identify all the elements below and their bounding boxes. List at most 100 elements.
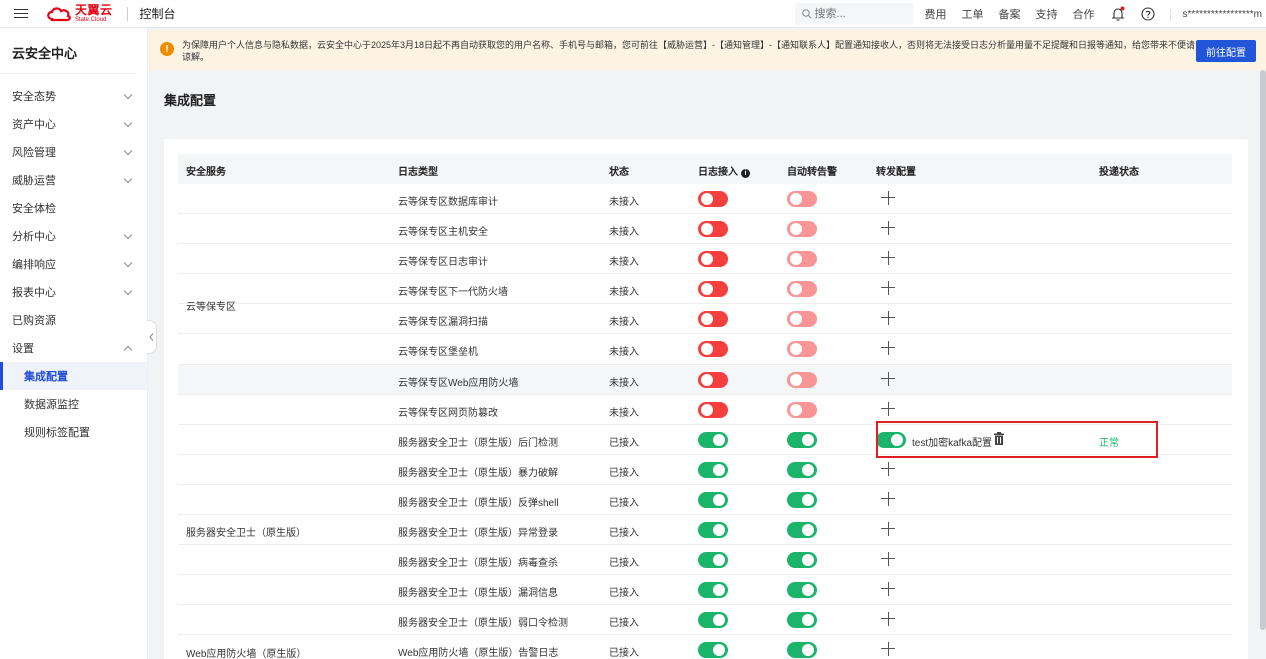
toggle-knob [802,493,814,506]
auto-alert-toggle[interactable] [787,491,817,508]
status-cell: 已接入 [609,528,639,540]
nav-link-partner[interactable]: 合作 [1073,6,1095,22]
auto-alert-toggle[interactable] [787,311,817,328]
add-forward-icon[interactable] [881,311,895,326]
log-access-toggle[interactable] [698,612,728,629]
log-access-toggle[interactable] [698,461,728,478]
sidebar-subitem-0[interactable]: 集成配置 [0,362,147,390]
log-access-toggle[interactable] [698,491,728,508]
table-row: 服务器安全卫士（原生版）病毒查杀 已接入 [178,545,1232,576]
log-access-toggle[interactable] [698,401,728,418]
add-forward-icon[interactable] [881,341,895,356]
auto-alert-toggle[interactable] [787,522,817,539]
sidebar-subitem-2[interactable]: 规则标签配置 [0,418,147,446]
log-type-cell: 云等保专区网页防篡改 [398,407,498,419]
bell-icon[interactable] [1110,6,1126,22]
info-icon[interactable]: i [741,169,750,178]
log-access-toggle[interactable] [698,221,728,238]
auto-alert-toggle[interactable] [787,431,817,448]
logo-text-en: State Cloud [75,17,107,23]
toggle-knob [713,433,725,446]
sidebar-item-label: 编排响应 [12,259,56,271]
add-forward-icon[interactable] [881,401,895,416]
add-forward-icon[interactable] [881,522,895,537]
add-forward-icon[interactable] [881,191,895,205]
sidebar-item-label: 资产中心 [12,119,56,131]
notice-banner: ! 为保障用户个人信息与隐私数据，云安全中心于2025年3月18日起不再自动获取… [148,30,1266,70]
log-access-toggle[interactable] [698,582,728,599]
auto-alert-toggle[interactable] [787,341,817,358]
sidebar-item-2[interactable]: 风险管理 [0,138,147,166]
nav-link-tickets[interactable]: 工单 [962,6,984,22]
auto-alert-toggle[interactable] [787,371,817,388]
add-forward-icon[interactable] [881,371,895,386]
toggle-knob [701,253,713,266]
auto-alert-toggle[interactable] [787,582,817,599]
sidebar-item-9[interactable]: 设置 [0,334,147,362]
auto-alert-toggle[interactable] [787,251,817,268]
log-access-toggle[interactable] [698,281,728,298]
log-type-cell: Web应用防火墙（原生版）告警日志 [398,648,559,659]
auto-alert-toggle[interactable] [787,221,817,238]
nav-link-filing[interactable]: 备案 [999,6,1021,22]
auto-alert-toggle[interactable] [787,552,817,569]
sidebar-item-6[interactable]: 编排响应 [0,250,147,278]
add-forward-icon[interactable] [881,642,895,657]
account-name[interactable]: s*****************m [1169,8,1262,20]
sidebar-item-0[interactable]: 安全态势 [0,82,147,110]
search-box[interactable] [794,3,913,25]
add-forward-icon[interactable] [881,491,895,506]
add-forward-icon[interactable] [881,221,895,236]
log-type-cell: 服务器安全卫士（原生版）暴力破解 [398,467,558,479]
log-access-toggle[interactable] [698,191,728,207]
add-forward-icon[interactable] [881,461,895,476]
search-input[interactable] [794,3,913,25]
nav-link-billing[interactable]: 费用 [925,6,947,22]
add-forward-icon[interactable] [881,582,895,597]
sidebar-item-1[interactable]: 资产中心 [0,110,147,138]
auto-alert-toggle[interactable] [787,642,817,659]
integration-config-card: 安全服务 日志类型 状态 日志接入 i 自动转告警 转发配置 投递状态 云等保专区… [164,139,1248,659]
page-scrollbar[interactable] [1260,70,1266,630]
log-access-toggle[interactable] [698,341,728,358]
auto-alert-toggle[interactable] [787,461,817,478]
auto-alert-toggle[interactable] [787,191,817,207]
add-forward-icon[interactable] [881,281,895,296]
go-configure-button[interactable]: 前往配置 [1196,40,1256,62]
sidebar-collapse-button[interactable] [147,320,157,354]
console-link[interactable]: 控制台 [140,5,176,22]
header-log-access-label: 日志接入 [698,167,738,178]
status-cell: 已接入 [609,588,639,600]
table-row: 服务器安全卫士（原生版）反弹shell 已接入 [178,485,1232,516]
header-log-access: 日志接入 i [698,163,750,178]
add-forward-icon[interactable] [881,251,895,266]
log-access-toggle[interactable] [698,311,728,328]
nav-link-support[interactable]: 支持 [1036,6,1058,22]
auto-alert-toggle[interactable] [787,401,817,418]
toggle-knob [713,584,725,597]
add-forward-icon[interactable] [881,612,895,627]
auto-alert-toggle[interactable] [787,281,817,298]
log-access-toggle[interactable] [698,642,728,659]
log-access-toggle[interactable] [698,251,728,268]
brand-logo[interactable]: 天翼云 State Cloud [46,4,113,23]
menu-icon[interactable] [14,8,28,19]
sidebar-item-4[interactable]: 安全体检 [0,194,147,222]
help-icon[interactable] [1140,6,1156,22]
log-type-cell: 云等保专区日志审计 [398,257,488,269]
log-access-toggle[interactable] [698,522,728,539]
toggle-knob [802,644,814,657]
log-access-toggle[interactable] [698,371,728,388]
sidebar-item-8[interactable]: 已购资源 [0,306,147,334]
sidebar-subitem-1[interactable]: 数据源监控 [0,390,147,418]
add-forward-icon[interactable] [881,552,895,567]
sidebar: 云安全中心 安全态势 资产中心 风险管理 威胁运营 安全体检 分析中心 编排响应 报表中心 已购… [0,28,148,659]
sidebar-item-7[interactable]: 报表中心 [0,278,147,306]
log-access-toggle[interactable] [698,552,728,569]
auto-alert-toggle[interactable] [787,612,817,629]
sidebar-item-5[interactable]: 分析中心 [0,222,147,250]
toggle-knob [802,554,814,567]
sidebar-item-3[interactable]: 威胁运营 [0,166,147,194]
log-access-toggle[interactable] [698,431,728,448]
header-log-type: 日志类型 [398,167,438,178]
